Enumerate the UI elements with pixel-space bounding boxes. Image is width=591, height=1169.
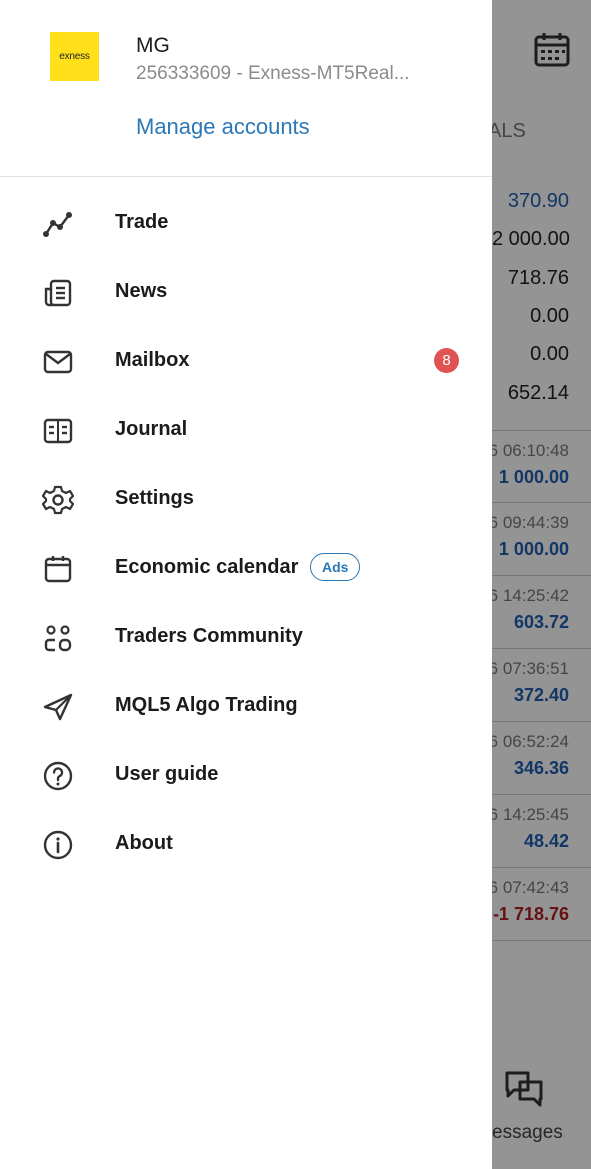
menu-item-label: Trade [115, 211, 169, 233]
menu-item-label: Mailbox [115, 349, 190, 371]
navigation-drawer: exness MG 256333609 - Exness-MT5Real... … [0, 0, 492, 1169]
menu-item-label: Journal [115, 418, 188, 440]
menu-item-user-guide[interactable]: User guide [0, 741, 492, 810]
account-header: exness MG 256333609 - Exness-MT5Real... … [0, 0, 492, 177]
menu-item-mailbox[interactable]: Mailbox 8 [0, 327, 492, 396]
menu-item-news[interactable]: News [0, 258, 492, 327]
send-icon [40, 689, 76, 725]
community-icon [40, 620, 76, 656]
menu-item-economic-calendar[interactable]: Economic calendar Ads [0, 534, 492, 603]
menu-item-label: Traders Community [115, 625, 303, 647]
menu-item-label: About [115, 832, 173, 854]
menu-item-label: User guide [115, 763, 219, 785]
help-icon [40, 758, 76, 794]
mail-icon [40, 344, 76, 380]
calendar-icon [40, 551, 76, 587]
trade-chart-icon [40, 206, 76, 242]
unread-count-badge: 8 [434, 348, 459, 373]
menu-item-trade[interactable]: Trade [0, 189, 492, 258]
journal-icon [40, 413, 76, 449]
account-number: 256333609 - Exness-MT5Real... [136, 63, 410, 84]
menu-item-mql5-algo-trading[interactable]: MQL5 Algo Trading [0, 672, 492, 741]
menu-item-label: MQL5 Algo Trading [115, 694, 298, 716]
news-icon [40, 275, 76, 311]
gear-icon [40, 482, 76, 518]
account-name: MG [136, 34, 170, 57]
menu-item-journal[interactable]: Journal [0, 396, 492, 465]
broker-logo: exness [50, 32, 99, 81]
menu-item-traders-community[interactable]: Traders Community [0, 603, 492, 672]
drawer-menu: Trade News Mailbox 8 Journal Settings Ec… [0, 189, 492, 879]
manage-accounts-link[interactable]: Manage accounts [136, 114, 310, 140]
menu-item-settings[interactable]: Settings [0, 465, 492, 534]
ads-tag: Ads [310, 553, 361, 581]
menu-item-label: Economic calendar [115, 556, 299, 578]
menu-item-about[interactable]: About [0, 810, 492, 879]
info-icon [40, 827, 76, 863]
menu-item-label: News [115, 280, 168, 302]
menu-item-label: Settings [115, 487, 194, 509]
